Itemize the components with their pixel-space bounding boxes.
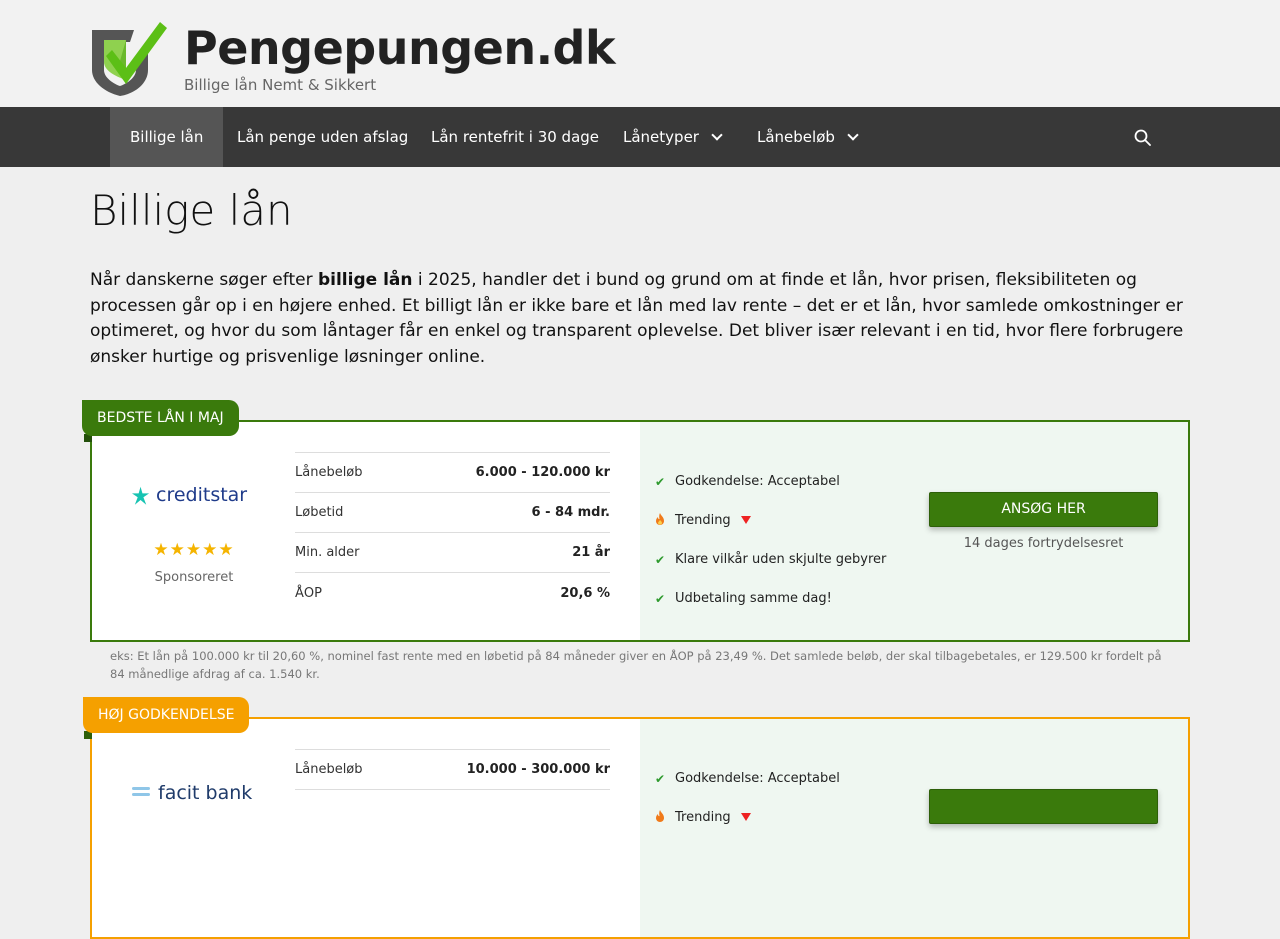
- nav-item-label: Lån penge uden afslag: [237, 128, 409, 146]
- feature-item: ✔ Godkendelse: Acceptabel: [655, 462, 886, 501]
- loan-example-disclaimer: eks: Et lån på 100.000 kr til 20,60 %, n…: [110, 649, 1162, 681]
- feature-item: ✔ Udbetaling samme dag!: [655, 579, 886, 618]
- withdrawal-right-text: 14 dages fortrydelsesret: [963, 536, 1124, 551]
- spec-row: ÅOP 20,6 %: [295, 573, 610, 613]
- check-icon: ✔: [655, 771, 666, 786]
- nav-item-laan-uden-afslag[interactable]: Lån penge uden afslag: [217, 107, 428, 167]
- creditstar-logo[interactable]: creditstar: [132, 480, 257, 510]
- facit-bank-logo-text: facit bank: [158, 782, 252, 804]
- sponsored-label: Sponsoreret: [154, 570, 234, 585]
- fire-icon: [656, 512, 664, 525]
- feature-item: Trending: [655, 501, 886, 540]
- feature-text: Godkendelse: Acceptabel: [675, 771, 840, 786]
- logo-shield-check-icon[interactable]: [90, 20, 167, 97]
- offer-card-right: ✔ Godkendelse: Acceptabel Trending: [640, 719, 1188, 937]
- feature-text: Godkendelse: Acceptabel: [675, 474, 840, 489]
- fire-icon: [656, 809, 664, 822]
- spec-value: 6 - 84 mdr.: [531, 505, 610, 520]
- intro-bold-keyword: billige lån: [317, 270, 413, 290]
- site-title[interactable]: Pengepungen.dk: [184, 20, 616, 76]
- page-title: Billige lån: [90, 186, 293, 235]
- feature-text: Udbetaling samme dag!: [675, 591, 832, 606]
- nav-item-label: Billige lån: [130, 128, 204, 146]
- feature-list: ✔ Godkendelse: Acceptabel Trending ✔ Kla…: [655, 462, 886, 618]
- spec-row: Lånebeløb 10.000 - 300.000 kr: [295, 750, 610, 790]
- spec-key: ÅOP: [295, 585, 322, 601]
- spec-row: Lånebeløb 6.000 - 120.000 kr: [295, 453, 610, 493]
- facit-bank-logo[interactable]: facit bank: [132, 779, 257, 809]
- offer-card-right: ✔ Godkendelse: Acceptabel Trending ✔ Kla…: [640, 422, 1188, 640]
- nav-item-rentefrit[interactable]: Lån rentefrit i 30 dage: [411, 107, 619, 167]
- feature-text: Trending: [675, 513, 731, 528]
- nav-item-laanebeloeb[interactable]: Lånebeløb: [737, 107, 877, 167]
- spec-value: 6.000 - 120.000 kr: [475, 465, 610, 480]
- nav-item-billige-laan[interactable]: Billige lån: [110, 107, 224, 167]
- main-navigation: Billige lån Lån penge uden afslag Lån re…: [0, 107, 1280, 167]
- nav-item-laanetyper[interactable]: Lånetyper: [603, 107, 741, 167]
- trending-down-arrow-icon: [740, 515, 751, 524]
- intro-paragraph: Når danskerne søger efter billige lån i …: [90, 268, 1190, 370]
- apply-button[interactable]: ANSØG HER: [929, 492, 1158, 527]
- spec-row: Min. alder 21 år: [295, 533, 610, 573]
- feature-item: ✔ Klare vilkår uden skjulte gebyrer: [655, 540, 886, 579]
- offer-card-facit-bank: facit bank Lånebeløb 10.000 - 300.000 kr…: [90, 717, 1190, 939]
- trending-down-arrow-icon: [740, 812, 751, 821]
- search-icon[interactable]: [1134, 129, 1151, 146]
- feature-text: Klare vilkår uden skjulte gebyrer: [675, 552, 887, 567]
- ribbon-badge: BEDSTE LÅN I MAJ: [82, 400, 239, 436]
- feature-item: Trending: [655, 798, 840, 837]
- spec-table: Lånebeløb 6.000 - 120.000 kr Løbetid 6 -…: [295, 452, 610, 613]
- offer-card-creditstar: creditstar ★★★★★ Sponsoreret Lånebeløb 6…: [90, 420, 1190, 642]
- nav-item-label: Lånebeløb: [757, 128, 835, 146]
- site-tagline: Billige lån Nemt & Sikkert: [184, 76, 377, 94]
- nav-item-label: Lån rentefrit i 30 dage: [431, 128, 600, 146]
- check-icon: ✔: [655, 552, 666, 567]
- spec-key: Lånebeløb: [295, 465, 363, 480]
- feature-list: ✔ Godkendelse: Acceptabel Trending: [655, 759, 840, 837]
- feature-item: ✔ Godkendelse: Acceptabel: [655, 759, 840, 798]
- spec-key: Løbetid: [295, 505, 344, 520]
- apply-button[interactable]: [929, 789, 1158, 824]
- offer-card-left: facit bank Lånebeløb 10.000 - 300.000 kr: [92, 719, 640, 937]
- spec-value: 20,6 %: [560, 585, 610, 601]
- feature-text: Trending: [675, 810, 731, 825]
- offer-card-left: creditstar ★★★★★ Sponsoreret Lånebeløb 6…: [92, 422, 640, 640]
- spec-table: Lånebeløb 10.000 - 300.000 kr: [295, 749, 610, 790]
- check-icon: ✔: [655, 474, 666, 489]
- check-icon: ✔: [655, 591, 666, 606]
- spec-value: 10.000 - 300.000 kr: [466, 762, 610, 777]
- spec-key: Min. alder: [295, 545, 360, 560]
- chevron-down-icon: [847, 129, 859, 141]
- spec-row: Løbetid 6 - 84 mdr.: [295, 493, 610, 533]
- nav-item-label: Lånetyper: [623, 128, 699, 146]
- creditstar-logo-text: creditstar: [156, 484, 247, 506]
- intro-text-start: Når danskerne søger efter: [90, 270, 318, 290]
- spec-key: Lånebeløb: [295, 762, 363, 777]
- spec-value: 21 år: [572, 545, 610, 560]
- chevron-down-icon: [711, 129, 723, 141]
- rating-stars: ★★★★★: [153, 540, 235, 560]
- ribbon-badge: HØJ GODKENDELSE: [83, 697, 250, 733]
- site-header: Pengepungen.dk Billige lån Nemt & Sikker…: [0, 0, 1280, 107]
